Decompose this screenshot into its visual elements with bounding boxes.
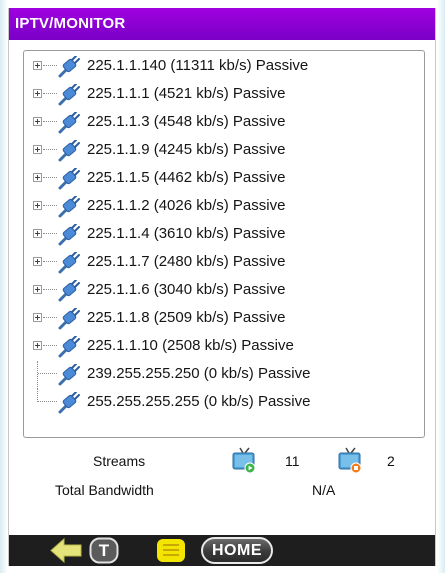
- tree-connector: [43, 65, 57, 66]
- stream-row[interactable]: 225.1.1.4 (3610 kb/s) Passive: [24, 221, 424, 249]
- t-button[interactable]: T: [89, 537, 119, 564]
- stream-label: 225.1.1.10 (2508 kb/s) Passive: [87, 337, 294, 354]
- network-plug-icon: [57, 223, 81, 246]
- network-plug-icon: [57, 251, 81, 274]
- stream-label: 225.1.1.9 (4245 kb/s) Passive: [87, 141, 286, 158]
- home-button[interactable]: HOME: [201, 537, 273, 564]
- tree-connector: [43, 93, 57, 94]
- network-plug-icon: [57, 363, 81, 386]
- stream-label: 255.255.255.255 (0 kb/s) Passive: [87, 393, 311, 410]
- stream-label: 225.1.1.4 (3610 kb/s) Passive: [87, 225, 286, 242]
- tree-connector: [38, 373, 57, 374]
- tree-connector: [43, 345, 57, 346]
- network-plug-icon: [57, 167, 81, 190]
- tree-connector: [43, 149, 57, 150]
- expand-toggle-icon[interactable]: [33, 285, 42, 294]
- expand-toggle-icon[interactable]: [33, 257, 42, 266]
- stream-label: 225.1.1.7 (2480 kb/s) Passive: [87, 253, 286, 270]
- back-arrow-icon[interactable]: [49, 537, 83, 564]
- stream-row[interactable]: 225.1.1.10 (2508 kb/s) Passive: [24, 333, 424, 361]
- stream-tree[interactable]: 225.1.1.140 (11311 kb/s) Passive 225.1.1.…: [23, 50, 425, 438]
- expand-toggle-icon[interactable]: [33, 173, 42, 182]
- monitor-panel: IPTV/MONITOR 225.1.1.140 (11311 kb/s) Pa…: [8, 8, 436, 566]
- tree-connector: [37, 361, 38, 389]
- stream-row[interactable]: 225.1.1.8 (2509 kb/s) Passive: [24, 305, 424, 333]
- network-plug-icon: [57, 83, 81, 106]
- tree-connector: [38, 401, 57, 402]
- stream-row[interactable]: 225.1.1.9 (4245 kb/s) Passive: [24, 137, 424, 165]
- expand-toggle-icon[interactable]: [33, 145, 42, 154]
- tv-stop-icon: [338, 447, 362, 474]
- stream-label: 225.1.1.3 (4548 kb/s) Passive: [87, 113, 286, 130]
- bottom-toolbar: T HOME: [9, 535, 435, 566]
- stream-label: 225.1.1.1 (4521 kb/s) Passive: [87, 85, 286, 102]
- expand-toggle-icon[interactable]: [33, 201, 42, 210]
- notes-icon[interactable]: [155, 537, 187, 564]
- stream-label: 225.1.1.6 (3040 kb/s) Passive: [87, 281, 286, 298]
- network-plug-icon: [57, 307, 81, 330]
- stream-row[interactable]: 225.1.1.7 (2480 kb/s) Passive: [24, 249, 424, 277]
- expand-toggle-icon[interactable]: [33, 341, 42, 350]
- stream-row[interactable]: 225.1.1.3 (4548 kb/s) Passive: [24, 109, 424, 137]
- tree-connector: [43, 177, 57, 178]
- stream-row[interactable]: 255.255.255.255 (0 kb/s) Passive: [24, 389, 424, 417]
- stream-row[interactable]: 225.1.1.5 (4462 kb/s) Passive: [24, 165, 424, 193]
- stream-label: 225.1.1.8 (2509 kb/s) Passive: [87, 309, 286, 326]
- stream-label: 225.1.1.5 (4462 kb/s) Passive: [87, 169, 286, 186]
- expand-toggle-icon[interactable]: [33, 117, 42, 126]
- stream-label: 225.1.1.2 (4026 kb/s) Passive: [87, 197, 286, 214]
- device-frame: IPTV/MONITOR 225.1.1.140 (11311 kb/s) Pa…: [0, 0, 445, 573]
- stream-row[interactable]: 225.1.1.1 (4521 kb/s) Passive: [24, 81, 424, 109]
- page-title: IPTV/MONITOR: [9, 8, 435, 40]
- active-streams-count: 11: [285, 453, 300, 469]
- stream-row[interactable]: 239.255.255.250 (0 kb/s) Passive: [24, 361, 424, 389]
- tree-connector: [43, 317, 57, 318]
- bandwidth-label: Total Bandwidth: [55, 482, 154, 498]
- network-plug-icon: [57, 279, 81, 302]
- stream-row[interactable]: 225.1.1.2 (4026 kb/s) Passive: [24, 193, 424, 221]
- streams-label: Streams: [93, 453, 146, 469]
- stream-row[interactable]: 225.1.1.6 (3040 kb/s) Passive: [24, 277, 424, 305]
- tree-connector: [43, 233, 57, 234]
- bandwidth-value: N/A: [312, 482, 336, 498]
- network-plug-icon: [57, 55, 81, 78]
- expand-toggle-icon[interactable]: [33, 229, 42, 238]
- stream-label: 239.255.255.250 (0 kb/s) Passive: [87, 365, 311, 382]
- stream-row[interactable]: 225.1.1.140 (11311 kb/s) Passive: [24, 53, 424, 81]
- tree-connector: [43, 261, 57, 262]
- tree-connector: [43, 205, 57, 206]
- network-plug-icon: [57, 391, 81, 414]
- inactive-streams-count: 2: [387, 453, 395, 469]
- t-button-label: T: [98, 541, 110, 560]
- expand-toggle-icon[interactable]: [33, 61, 42, 70]
- tree-connector: [43, 121, 57, 122]
- network-plug-icon: [57, 195, 81, 218]
- expand-toggle-icon[interactable]: [33, 89, 42, 98]
- expand-toggle-icon[interactable]: [33, 313, 42, 322]
- tree-connector: [43, 289, 57, 290]
- network-plug-icon: [57, 111, 81, 134]
- stream-label: 225.1.1.140 (11311 kb/s) Passive: [87, 57, 309, 74]
- tv-play-icon: [232, 447, 256, 474]
- stats-panel: Streams 11 2 Total Bandwidth N/A: [9, 446, 435, 506]
- network-plug-icon: [57, 139, 81, 162]
- network-plug-icon: [57, 335, 81, 358]
